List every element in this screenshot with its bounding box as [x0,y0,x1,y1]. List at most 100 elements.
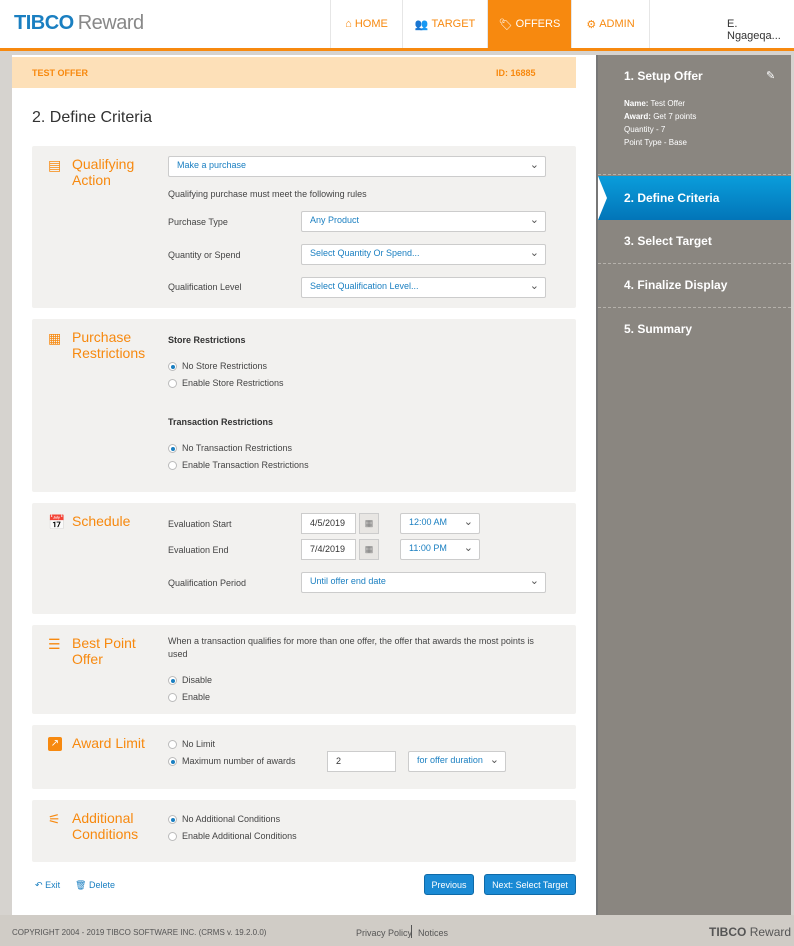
rules-note: Qualifying purchase must meet the follow… [168,189,367,199]
delete-label: Delete [88,880,115,890]
step-label: 4. Finalize Display [624,278,728,292]
radio-label: Disable [182,675,213,685]
calendar-icon[interactable]: ▦ [359,539,379,560]
step-define-criteria[interactable]: 2. Define Criteria [598,176,791,220]
qualification-period-label: Qualification Period [168,578,247,588]
top-navbar: TIBCO Reward ⌂ HOME 👥 TARGET 🏷 OFFERS ⚙ ADMIN… [0,0,794,51]
detail-value: Test Offer [650,99,686,108]
step-label: 2. Define Criteria [624,191,720,205]
radio-enable-transaction-restrictions[interactable]: Enable Transaction Restrictions [168,460,309,470]
external-arrow-icon: ↗ [48,737,62,751]
radio-enable-store-restrictions[interactable]: Enable Store Restrictions [168,378,284,388]
nav-home[interactable]: ⌂ HOME [330,0,402,48]
nav-label: ADMIN [599,18,635,30]
offer-id: ID: 16885 [496,68,536,78]
radio-enable-additional-conditions[interactable]: Enable Additional Conditions [168,831,297,841]
radio-label: No Additional Conditions [182,814,281,824]
quantity-spend-select[interactable]: Select Quantity Or Spend... [301,244,546,265]
logo-product: Reward [749,925,792,939]
page-title: 2. Define Criteria [32,109,153,126]
gears-icon: ⚙ [586,18,597,31]
pencil-icon[interactable]: ✎ [766,69,775,82]
footer-logo: TIBCO Reward [709,925,791,939]
max-awards-input[interactable]: 2 [327,751,396,772]
radio-no-additional-conditions[interactable]: No Additional Conditions [168,814,280,824]
calendar-icon: 📅 [48,514,66,530]
notices-link[interactable]: Notices [418,928,448,938]
setup-offer-details: Name: Test Offer Award: Get 7 points Qua… [624,97,696,149]
qualifying-action-select[interactable]: Make a purchase [168,156,546,177]
list-icon: ▤ [48,157,62,173]
qualification-level-label: Qualification Level [168,282,242,292]
step-setup-offer[interactable]: 1. Setup Offer [598,69,791,83]
nav-label: HOME [354,18,388,30]
user-menu[interactable]: E. Ngageqa... [727,18,794,42]
section-title: Qualifying Action [72,156,135,188]
logo-brand: TIBCO [709,925,747,939]
end-time-select[interactable]: 11:00 PM [400,539,480,560]
reply-icon: ↶ [35,880,43,890]
ordered-list-icon: ☰ [48,636,61,652]
copyright: COPYRIGHT 2004 - 2019 TIBCO SOFTWARE INC… [12,928,267,937]
nav-admin[interactable]: ⚙ ADMIN [571,0,650,48]
best-point-offer-section: ☰ Best Point Offer When a transaction qu… [32,625,576,714]
logo-product: Reward [77,12,144,34]
radio-no-limit[interactable]: No Limit [168,739,215,749]
nav-target[interactable]: 👥 TARGET [402,0,487,48]
purchase-type-select[interactable]: Any Product [301,211,546,232]
radio-no-store-restrictions[interactable]: No Store Restrictions [168,361,267,371]
award-limit-section: ↗ Award Limit No Limit Maximum number of… [32,725,576,789]
section-title: Schedule [72,513,131,529]
end-date-input[interactable]: 7/4/2019 [301,539,356,560]
radio-label: No Limit [182,739,216,749]
divider [411,925,412,938]
transaction-restrictions-heading: Transaction Restrictions [168,417,274,427]
evaluation-start-label: Evaluation Start [168,519,232,529]
section-title: Additional Conditions [72,810,139,842]
step-summary[interactable]: 5. Summary [598,308,791,352]
logo-brand: TIBCO [14,12,74,34]
radio-label: No Store Restrictions [182,361,268,371]
radio-label: Enable [182,692,211,702]
radio-disable[interactable]: Disable [168,675,212,685]
active-step-arrow [598,176,607,220]
start-time-select[interactable]: 12:00 AM [400,513,480,534]
trash-icon: 🗑 [75,880,87,890]
offer-name: TEST OFFER [32,68,88,78]
radio-label: Enable Transaction Restrictions [182,460,309,470]
qualification-period-select[interactable]: Until offer end date [301,572,546,593]
step-select-target[interactable]: 3. Select Target [598,220,791,264]
qualifying-action-section: ▤ Qualifying Action Make a purchase Qual… [32,146,576,308]
detail-key: Name: [624,99,649,108]
purchase-restrictions-section: ▦ Purchase Restrictions Store Restrictio… [32,319,576,492]
radio-label: Enable Additional Conditions [182,831,297,841]
section-title: Best Point Offer [72,635,136,667]
next-select-target-button[interactable]: Next: Select Target [484,874,576,895]
tibco-reward-logo[interactable]: TIBCO Reward [14,12,144,35]
sliders-icon: ⚟ [48,811,61,827]
previous-button[interactable]: Previous [424,874,474,895]
radio-maximum-awards[interactable]: Maximum number of awards [168,756,296,766]
award-duration-select[interactable]: for offer duration [408,751,506,772]
nav-offers[interactable]: 🏷 OFFERS [487,0,571,48]
offer-header: TEST OFFER ID: 16885 [12,57,576,88]
calendar-icon[interactable]: ▦ [359,513,379,534]
delete-link[interactable]: 🗑 Delete [75,880,115,891]
radio-enable[interactable]: Enable [168,692,210,702]
start-date-input[interactable]: 4/5/2019 [301,513,356,534]
detail-line: Quantity - 7 [624,125,666,134]
tags-icon: 🏷 [498,18,513,31]
qualification-level-select[interactable]: Select Qualification Level... [301,277,546,298]
radio-label: No Transaction Restrictions [182,443,293,453]
exit-link[interactable]: ↶ Exit [35,880,60,891]
section-title: Award Limit [72,735,145,751]
section-title: Purchase Restrictions [72,329,146,361]
footer: COPYRIGHT 2004 - 2019 TIBCO SOFTWARE INC… [0,915,794,946]
step-finalize-display[interactable]: 4. Finalize Display [598,264,791,308]
detail-line: Point Type - Base [624,138,687,147]
exit-label: Exit [45,880,61,890]
privacy-policy-link[interactable]: Privacy Policy [356,928,412,938]
radio-no-transaction-restrictions[interactable]: No Transaction Restrictions [168,443,292,453]
building-icon: ▦ [48,330,62,346]
step-label: 3. Select Target [624,234,712,248]
